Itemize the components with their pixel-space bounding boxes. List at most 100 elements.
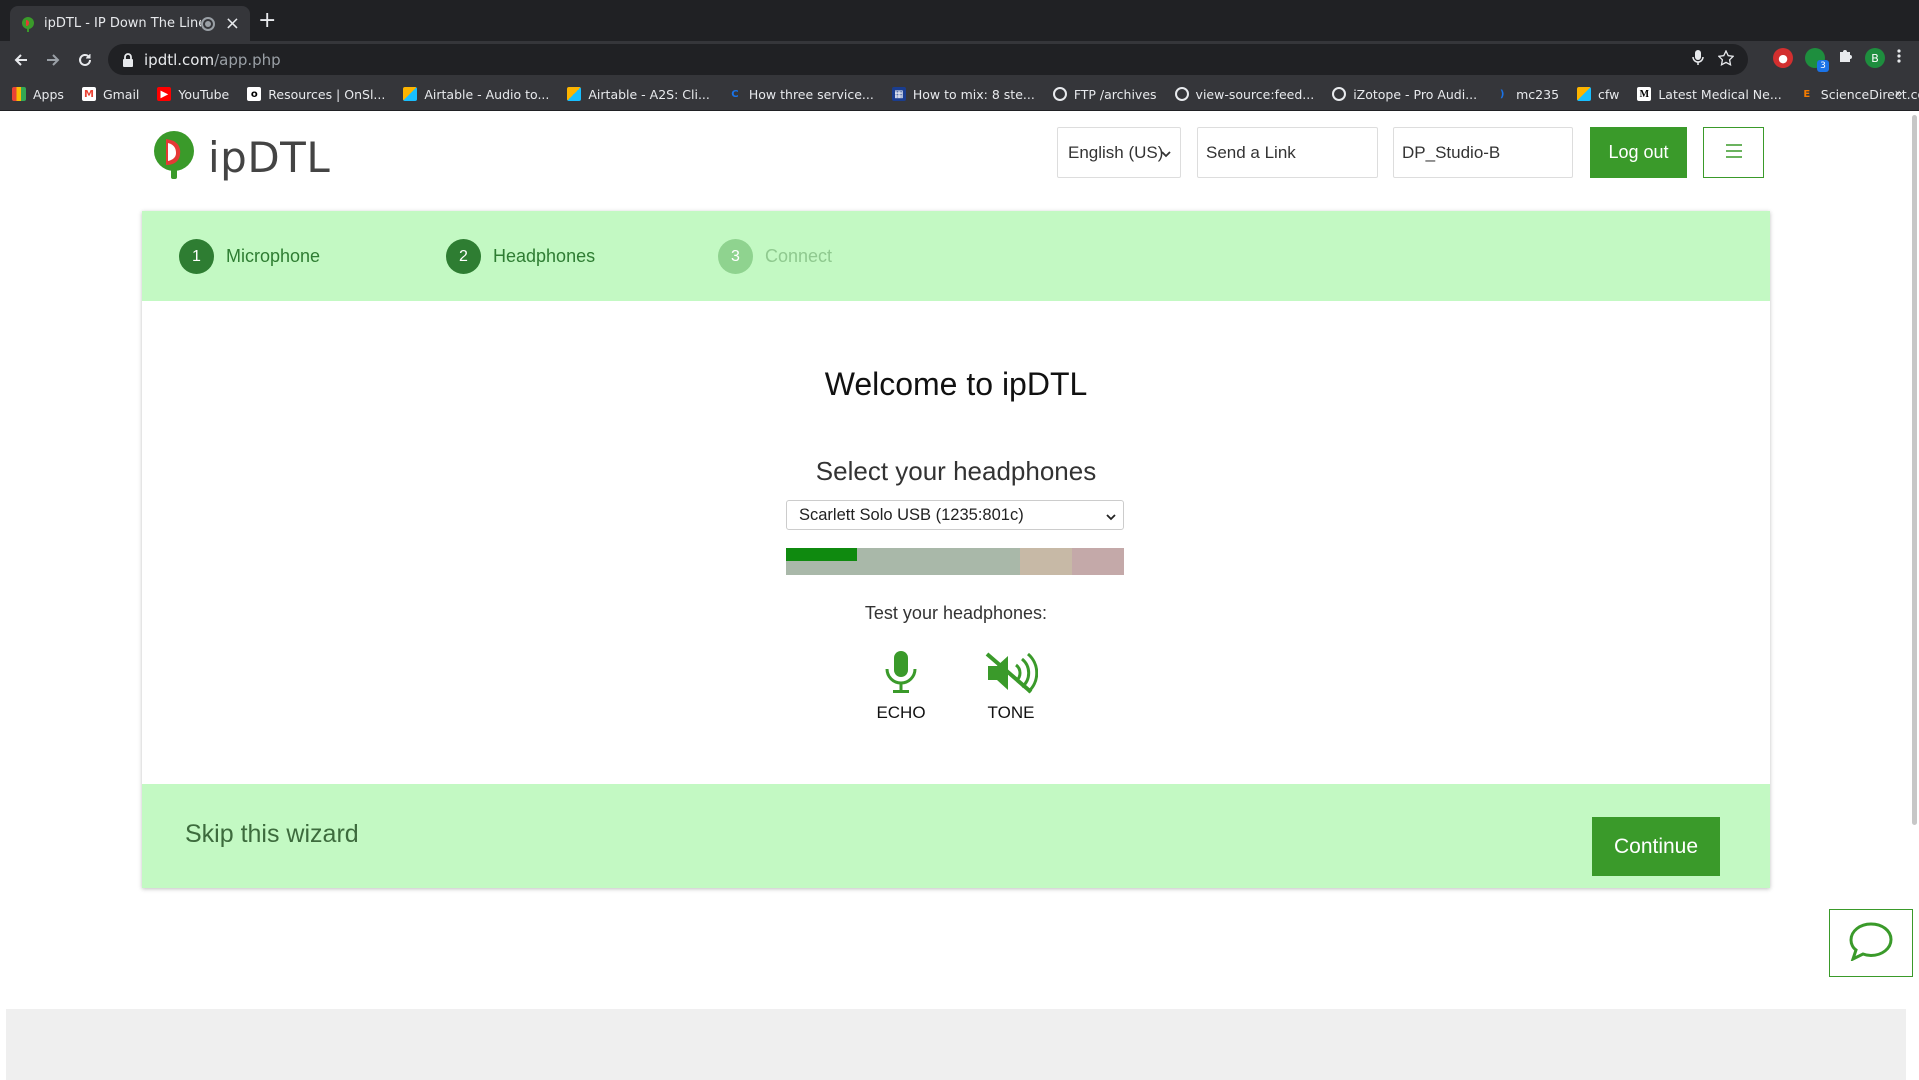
step-number: 1: [179, 239, 214, 274]
elsevier-icon: E: [1803, 88, 1811, 100]
airtable-icon: [403, 87, 418, 101]
meter-segment-clip: [1072, 548, 1124, 575]
meter-segment-warning: [1020, 548, 1072, 575]
bookmarks-bar: Apps M Gmail ▶ YouTube o Resources | OnSl..…: [0, 78, 1919, 111]
profile-avatar[interactable]: B: [1865, 48, 1885, 68]
forward-icon[interactable]: [42, 49, 64, 71]
globe-icon: [1052, 87, 1067, 101]
step-label: Connect: [765, 246, 833, 266]
bookmark-label: FTP /archives: [1073, 86, 1157, 102]
step-headphones[interactable]: 2 Headphones: [446, 239, 595, 274]
airtable-icon: [567, 87, 582, 101]
chevron-down-icon: [1105, 509, 1117, 528]
scrollbar-thumb[interactable]: [1912, 115, 1917, 825]
browser-toolbar: ipdtl.com/app.php ● 3 B: [0, 41, 1919, 78]
tab-title: ipDTL - IP Down The Line: [44, 16, 201, 31]
bookmark-label: Gmail: [102, 86, 140, 102]
new-tab-button[interactable]: +: [258, 10, 276, 32]
bookmark-label: How three service...: [748, 86, 874, 102]
step-microphone[interactable]: 1 Microphone: [179, 239, 320, 274]
tone-label: TONE: [987, 703, 1035, 722]
chrome-menu-icon[interactable]: [1897, 48, 1901, 68]
ipdtl-logo-icon: [148, 129, 200, 185]
logo-text: ipDTL: [208, 132, 331, 182]
bookmark-label: cfw: [1598, 86, 1620, 102]
headphones-device-select[interactable]: Scarlett Solo USB (1235:801c): [786, 500, 1124, 530]
meter-level-fill: [786, 548, 857, 561]
bookmark-item[interactable]: Apps: [12, 87, 64, 102]
bookmark-label: Airtable - Audio to...: [424, 86, 550, 102]
bookmarks-overflow-icon[interactable]: »: [1894, 86, 1903, 102]
bookmark-item[interactable]: Airtable - Audio to...: [403, 87, 549, 102]
url-path: /app.php: [214, 50, 281, 69]
back-icon[interactable]: [10, 49, 32, 71]
onsl-icon: o: [247, 87, 262, 101]
bookmark-label: mc235: [1516, 86, 1560, 102]
gmail-icon: M: [81, 87, 96, 101]
continue-button[interactable]: Continue: [1592, 817, 1720, 876]
page-content: ipDTL English (US) Send a Link DP_Studio…: [0, 111, 1919, 1080]
step-number: 2: [446, 239, 481, 274]
bookmark-item[interactable]: iZotope - Pro Audi...: [1332, 87, 1477, 102]
bookmark-item[interactable]: view-source:feed...: [1174, 86, 1315, 102]
wizard-footer: Skip this wizard Continue: [142, 784, 1770, 888]
ipdtl-favicon-icon: [20, 16, 36, 32]
logout-button[interactable]: Log out: [1590, 127, 1687, 178]
tab-audio-icon[interactable]: [200, 16, 215, 31]
bookmark-item[interactable]: ▶ YouTube: [157, 87, 229, 102]
reload-icon[interactable]: [74, 49, 96, 71]
wizard-title: Welcome to ipDTL: [824, 366, 1088, 402]
test-headphones-label: Test your headphones:: [864, 603, 1048, 623]
send-link-field[interactable]: Send a Link: [1197, 127, 1378, 178]
bookmark-item[interactable]: ▦ How to mix: 8 ste...: [891, 86, 1035, 102]
c-icon: C: [731, 88, 739, 100]
apps-grid-icon: [12, 87, 26, 101]
bookmark-item[interactable]: FTP /archives: [1052, 86, 1157, 102]
browser-tab[interactable]: ipDTL - IP Down The Line ×: [10, 6, 250, 41]
setup-wizard: 1 Microphone 2 Headphones 3 Connect Welc…: [142, 211, 1770, 888]
skip-wizard-link[interactable]: Skip this wizard: [185, 820, 359, 849]
page-scrollbar[interactable]: [1910, 111, 1919, 831]
bookmark-label: Resources | OnSl...: [268, 86, 386, 102]
bookmark-item[interactable]: M Latest Medical Ne...: [1637, 87, 1782, 102]
chevron-down-icon: [1160, 145, 1172, 165]
bookmark-label: view-source:feed...: [1195, 86, 1315, 102]
globe-icon: [1332, 87, 1347, 101]
language-value: English (US): [1068, 142, 1164, 162]
bookmark-label: How to mix: 8 ste...: [912, 86, 1035, 102]
address-bar[interactable]: ipdtl.com/app.php: [108, 44, 1748, 75]
mic-permission-icon[interactable]: [1692, 50, 1704, 70]
extension-green-icon[interactable]: 3: [1805, 48, 1829, 72]
device-value: Scarlett Solo USB (1235:801c): [799, 505, 1024, 524]
article-icon: ▦: [891, 87, 906, 101]
echo-label: ECHO: [876, 703, 926, 722]
step-number: 3: [718, 239, 753, 274]
step-connect[interactable]: 3 Connect: [718, 239, 832, 274]
bookmark-item[interactable]: C How three service...: [728, 87, 874, 102]
bookmark-star-icon[interactable]: [1717, 49, 1735, 70]
extensions-puzzle-icon[interactable]: [1837, 48, 1853, 68]
airtable-icon: [1577, 87, 1592, 101]
bookmark-item[interactable]: Airtable - A2S: Cli...: [567, 87, 710, 102]
url-host: ipdtl.com: [144, 50, 215, 69]
tab-close-icon[interactable]: ×: [225, 14, 240, 33]
bookmark-item[interactable]: M Gmail: [81, 86, 140, 102]
tone-test-button[interactable]: TONE: [971, 651, 1051, 723]
bookmark-label: ScienceDirect.co...: [1820, 86, 1919, 102]
extension-red-icon[interactable]: ●: [1773, 48, 1793, 68]
wizard-steps: 1 Microphone 2 Headphones 3 Connect: [142, 211, 1770, 301]
lock-icon: [122, 52, 134, 67]
language-select[interactable]: English (US): [1057, 127, 1181, 178]
station-name-field[interactable]: DP_Studio-B: [1393, 127, 1573, 178]
speaker-muted-icon: [984, 651, 1039, 699]
step-label: Headphones: [493, 246, 596, 266]
ipdtl-logo[interactable]: ipDTL: [148, 129, 330, 185]
bookmark-label: Apps: [33, 86, 64, 102]
bookmark-item[interactable]: ) mc235: [1495, 87, 1559, 102]
echo-test-button[interactable]: ECHO: [861, 651, 941, 723]
chat-widget-button[interactable]: [1829, 909, 1913, 977]
hamburger-menu-button[interactable]: [1703, 127, 1764, 178]
bookmark-item[interactable]: o Resources | OnSl...: [247, 87, 385, 102]
bookmark-label: YouTube: [178, 86, 230, 102]
bookmark-item[interactable]: cfw: [1577, 87, 1619, 102]
